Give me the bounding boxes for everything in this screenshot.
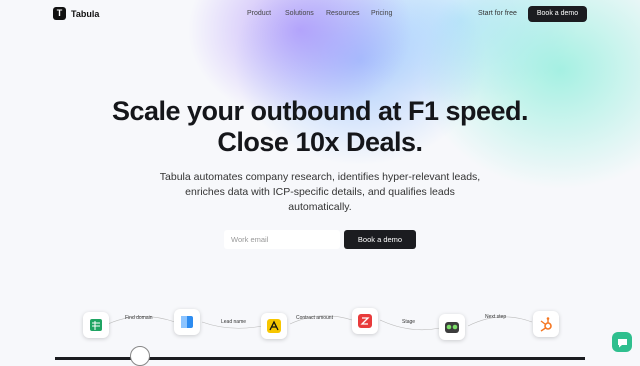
nav-item-product[interactable]: Product bbox=[247, 10, 271, 17]
hero-subtitle: Tabula automates company research, ident… bbox=[0, 170, 640, 215]
sheets-icon bbox=[83, 312, 109, 338]
avatar bbox=[130, 346, 150, 366]
title-line-1: Scale your outbound at F1 speed. bbox=[111, 96, 529, 126]
blue-app-icon bbox=[174, 309, 200, 335]
start-for-free-link[interactable]: Start for free bbox=[478, 10, 517, 17]
logo-icon: T bbox=[53, 7, 66, 20]
yellow-arrow-icon bbox=[261, 313, 287, 339]
hubspot-icon bbox=[533, 311, 559, 337]
nav-item-resources[interactable]: Resources bbox=[326, 10, 359, 17]
step-label-stage: Stage bbox=[402, 319, 416, 325]
book-demo-button-nav[interactable]: Book a demo bbox=[528, 6, 587, 22]
step-label-contract-amount: Contract amount bbox=[296, 315, 333, 321]
page-title: Scale your outbound at F1 speed. Close 1… bbox=[0, 96, 640, 158]
nav-item-pricing[interactable]: Pricing bbox=[371, 10, 392, 17]
top-nav: T Tabula Product Solutions Resources Pri… bbox=[0, 0, 640, 28]
step-label-find-domain: Find domain bbox=[125, 315, 153, 321]
work-email-input[interactable]: Work email bbox=[224, 230, 340, 249]
nav-item-solutions[interactable]: Solutions bbox=[285, 10, 314, 17]
subtitle-line-1: Tabula automates company research, ident… bbox=[159, 171, 481, 183]
workflow-strip: Find domain Lead name Contract amount St… bbox=[0, 300, 640, 360]
title-line-2: Close 10x Deals. bbox=[217, 127, 423, 157]
chat-icon bbox=[617, 338, 627, 347]
chat-widget-button[interactable] bbox=[612, 332, 632, 352]
red-z-icon bbox=[352, 308, 378, 334]
book-demo-button-hero[interactable]: Book a demo bbox=[344, 230, 416, 249]
green-robot-icon bbox=[439, 314, 465, 340]
brand-name: Tabula bbox=[71, 8, 100, 19]
step-label-next-step: Next step bbox=[485, 314, 507, 320]
subtitle-line-3: automatically. bbox=[288, 201, 352, 213]
step-label-lead-name: Lead name bbox=[221, 319, 247, 325]
brand-logo[interactable]: T Tabula bbox=[53, 7, 99, 20]
subtitle-line-2: enriches data with ICP-specific details,… bbox=[185, 186, 455, 198]
